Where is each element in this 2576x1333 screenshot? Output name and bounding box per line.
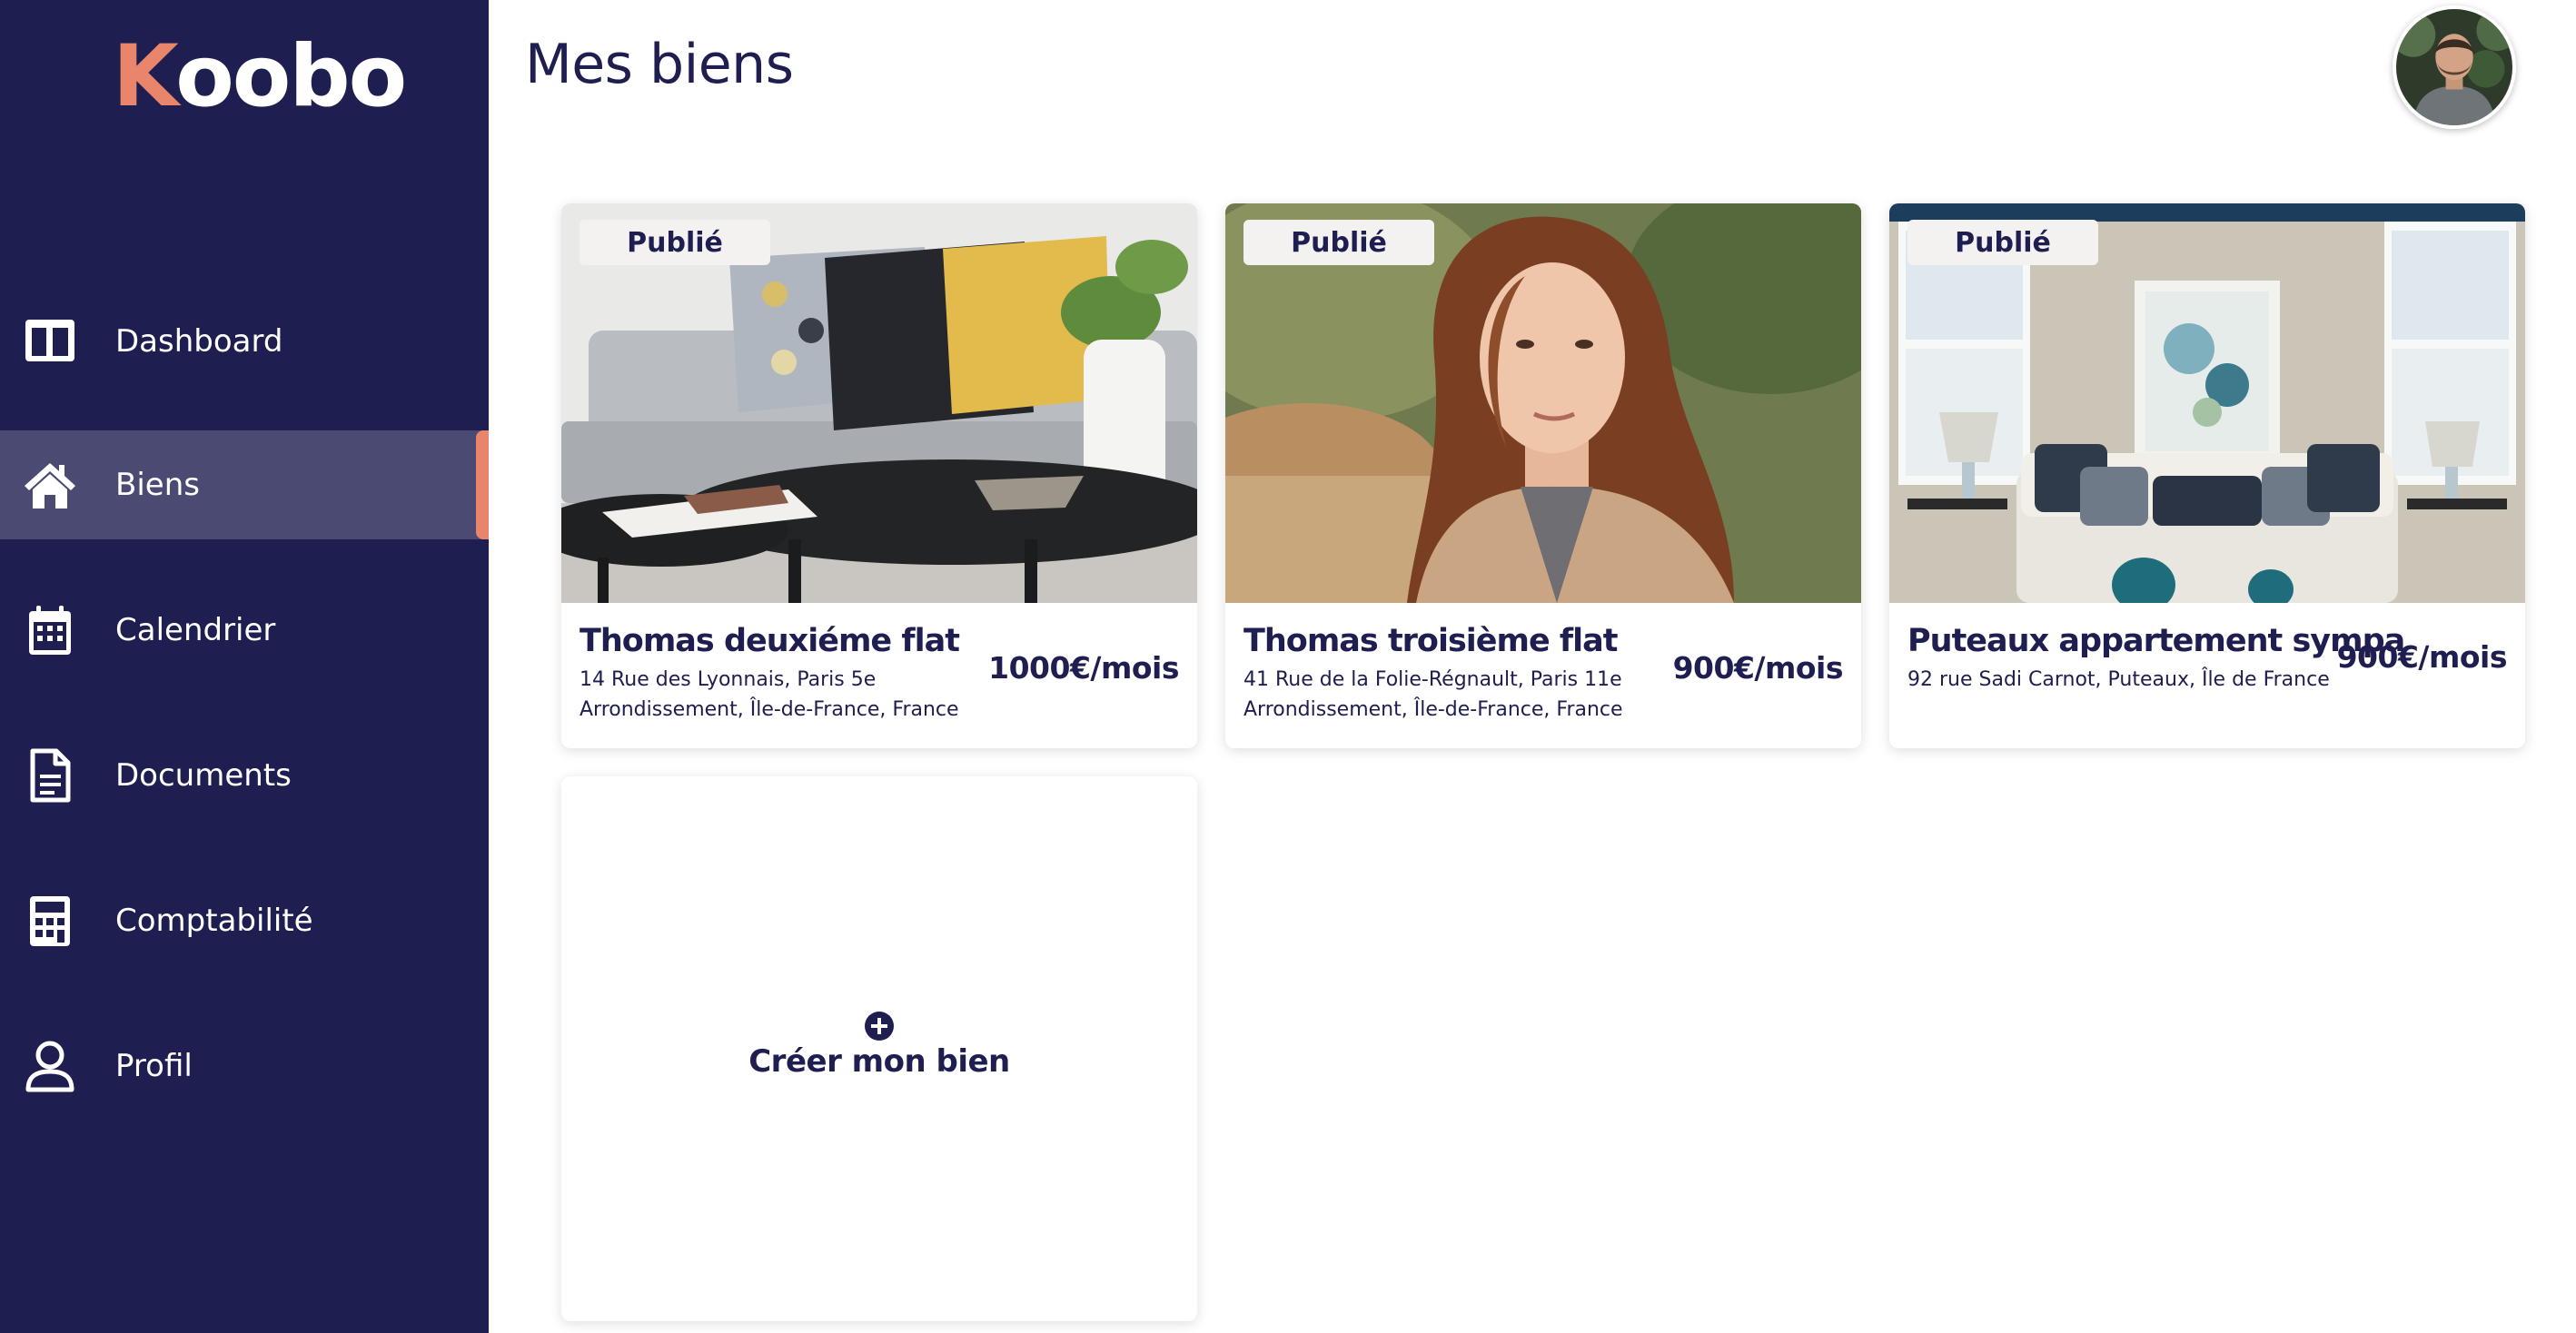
property-address: 41 Rue de la Folie-Régnault, Paris 11e A… — [1243, 668, 1623, 721]
status-badge: Publié — [1907, 220, 2098, 265]
sidebar-item-label: Calendrier — [115, 612, 276, 648]
plus-circle-icon — [865, 1012, 894, 1041]
property-card[interactable]: Publié Thomas deuxiéme flat 14 Rue des L… — [561, 203, 1197, 748]
sidebar: Koobo Dashboard Biens Calendrier Documen… — [0, 0, 489, 1333]
sidebar-item-dashboard[interactable]: Dashboard — [0, 287, 489, 396]
document-icon — [23, 748, 77, 803]
sidebar-item-label: Documents — [115, 757, 292, 794]
sidebar-item-label: Comptabilité — [115, 903, 313, 939]
dashboard-icon — [23, 314, 77, 369]
property-address: 14 Rue des Lyonnais, Paris 5e Arrondisse… — [580, 668, 959, 721]
property-title: Thomas troisième flat — [1243, 623, 1619, 659]
create-property-label: Créer mon bien — [748, 1043, 1010, 1080]
sidebar-item-label: Profil — [115, 1048, 193, 1084]
create-property-card[interactable]: Créer mon bien — [561, 776, 1197, 1321]
property-card[interactable]: Publié Thomas troisième flat 41 Rue de l… — [1225, 203, 1861, 748]
property-photo-portrait: Publié — [1225, 203, 1861, 603]
property-price: 900€/mois — [2336, 639, 2508, 675]
sidebar-item-biens[interactable]: Biens — [0, 430, 489, 539]
property-price: 900€/mois — [1672, 650, 1844, 686]
koobo-logo[interactable]: Koobo — [113, 35, 407, 120]
logo-text: oobo — [175, 27, 407, 126]
status-badge: Publié — [1243, 220, 1434, 265]
property-photo-living-room: Publié — [561, 203, 1197, 603]
user-avatar[interactable] — [2393, 5, 2516, 129]
calendar-icon — [23, 603, 77, 657]
sidebar-item-documents[interactable]: Documents — [0, 721, 489, 830]
property-photo-apartment: Publié — [1889, 203, 2525, 603]
property-title: Puteaux appartement sympa — [1907, 623, 2405, 659]
logo-letter-k: K — [113, 27, 177, 126]
property-title: Thomas deuxiéme flat — [580, 623, 960, 659]
sidebar-item-calendrier[interactable]: Calendrier — [0, 576, 489, 685]
sidebar-item-label: Biens — [115, 467, 200, 503]
status-badge: Publié — [580, 220, 770, 265]
page-title: Mes biens — [525, 33, 794, 96]
sidebar-item-comptabilite[interactable]: Comptabilité — [0, 866, 489, 975]
sidebar-item-label: Dashboard — [115, 323, 283, 360]
property-card[interactable]: Publié Puteaux appartement sympa 92 rue … — [1889, 203, 2525, 748]
sidebar-item-profil[interactable]: Profil — [0, 1012, 489, 1121]
calculator-icon — [23, 894, 77, 948]
property-address: 92 rue Sadi Carnot, Puteaux, Île de Fran… — [1907, 668, 2330, 691]
home-icon — [23, 458, 77, 512]
user-icon — [23, 1039, 77, 1093]
property-price: 1000€/mois — [988, 650, 1179, 686]
